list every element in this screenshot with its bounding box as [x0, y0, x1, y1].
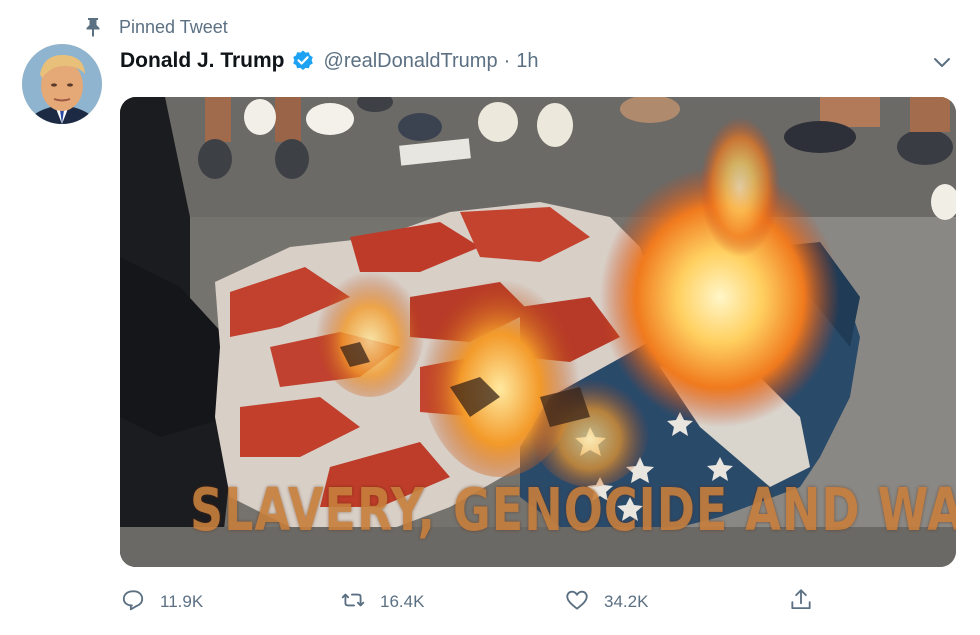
pinned-tweet-row: Pinned Tweet: [84, 14, 228, 40]
video-caption-overlay: SLAVERY, GENOCIDE AND WAR: [190, 475, 956, 545]
share-button[interactable]: [788, 586, 814, 618]
tweet-header: Donald J. Trump @realDonaldTrump · 1h: [120, 46, 539, 76]
reply-count: 11.9K: [160, 592, 204, 611]
like-count: 34.2K: [604, 592, 649, 611]
handle[interactable]: @realDonaldTrump: [324, 50, 498, 73]
verified-badge-icon: [291, 49, 315, 73]
like-button[interactable]: 34.2K: [564, 586, 648, 618]
retweet-count: 16.4K: [380, 592, 425, 611]
heart-icon: [564, 587, 590, 618]
pin-icon: [84, 17, 102, 37]
reply-button[interactable]: 11.9K: [120, 586, 203, 618]
timestamp[interactable]: 1h: [516, 50, 538, 73]
retweet-icon: [340, 587, 366, 618]
tweet-actions: 11.9K 16.4K 34.2K: [120, 586, 820, 618]
pinned-label: Pinned Tweet: [119, 16, 228, 37]
retweet-button[interactable]: 16.4K: [340, 586, 424, 618]
separator-dot: ·: [503, 49, 511, 72]
tweet-video[interactable]: SLAVERY, GENOCIDE AND WAR: [120, 97, 956, 567]
share-icon: [788, 587, 814, 618]
display-name[interactable]: Donald J. Trump: [120, 49, 285, 73]
avatar[interactable]: [22, 44, 102, 124]
reply-icon: [120, 587, 146, 618]
more-options-chevron-icon[interactable]: [930, 50, 954, 74]
